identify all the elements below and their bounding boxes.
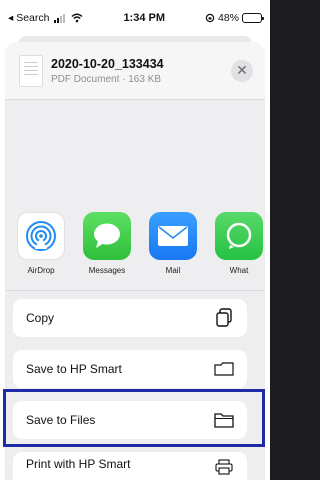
- mail-icon: [149, 212, 197, 260]
- document-meta: 2020-10-20_133434 PDF Document · 163 KB: [51, 57, 231, 85]
- save-to-files-action[interactable]: Save to Files: [13, 401, 247, 439]
- share-sheet-header: 2020-10-20_133434 PDF Document · 163 KB …: [5, 42, 265, 100]
- print-with-hp-smart-action[interactable]: Print with HP Smart: [13, 452, 247, 480]
- wifi-icon: [72, 13, 83, 23]
- save-to-hp-smart-action[interactable]: Save to HP Smart: [13, 350, 247, 388]
- status-time: 1:34 PM: [123, 12, 166, 24]
- document-subtitle: PDF Document · 163 KB: [51, 73, 162, 85]
- document-thumbnail: [19, 54, 43, 87]
- messages-icon: [83, 212, 131, 260]
- app-whatsapp[interactable]: What: [215, 212, 263, 290]
- action-label: Save to Files: [26, 413, 96, 427]
- apps-divider: [5, 290, 265, 291]
- close-icon: ✕: [236, 62, 248, 78]
- orientation-lock-icon: [205, 13, 215, 23]
- document-title: 2020-10-20_133434: [51, 56, 164, 71]
- folder-icon: [214, 359, 234, 379]
- app-messages[interactable]: Messages: [83, 212, 131, 290]
- copy-icon: [214, 308, 234, 328]
- whatsapp-icon: [215, 212, 263, 260]
- close-button[interactable]: ✕: [231, 59, 253, 82]
- cellular-signal-icon: [54, 13, 66, 23]
- app-label: What: [229, 266, 249, 275]
- printer-icon: [214, 457, 234, 477]
- people-suggestions-area: [5, 100, 265, 212]
- battery-icon: [242, 13, 264, 23]
- app-label: Mail: [165, 266, 181, 275]
- app-label: AirDrop: [27, 266, 55, 275]
- status-right: 48%: [205, 12, 264, 24]
- action-label: Copy: [26, 311, 55, 325]
- app-mail[interactable]: Mail: [149, 212, 197, 290]
- app-label: Messages: [88, 266, 126, 275]
- action-label: Save to HP Smart: [26, 362, 122, 376]
- status-bar: ◂ Search 1:34 PM 48%: [0, 0, 270, 36]
- apps-row: AirDrop Messages Mail What: [5, 212, 265, 290]
- back-to-search-link[interactable]: ◂ Search: [8, 12, 49, 24]
- status-left: ◂ Search: [8, 12, 83, 24]
- copy-action[interactable]: Copy: [13, 299, 247, 337]
- battery-percent: 48%: [217, 12, 239, 24]
- app-airdrop[interactable]: AirDrop: [17, 212, 65, 290]
- airdrop-icon: [17, 212, 65, 260]
- action-label: Print with HP Smart: [26, 457, 131, 471]
- folder-icon: [214, 410, 234, 430]
